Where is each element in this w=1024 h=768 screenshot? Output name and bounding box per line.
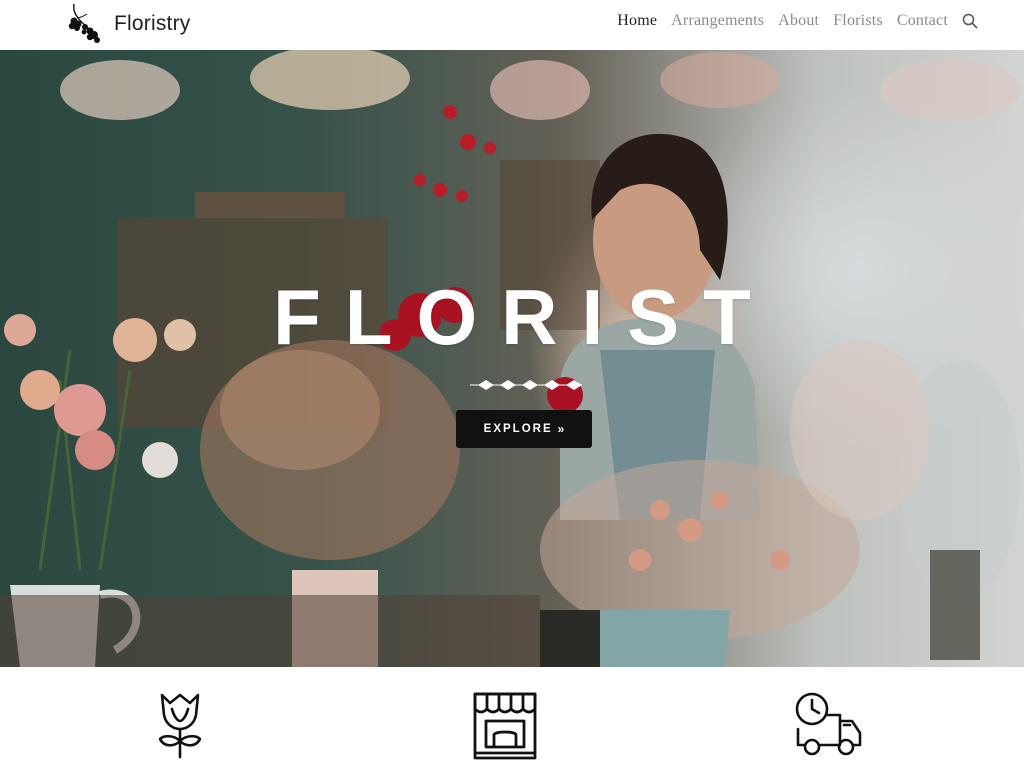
double-chevron-right-icon: » — [557, 422, 565, 436]
hero-title: FLORIST — [273, 273, 775, 361]
search-icon[interactable] — [962, 13, 978, 29]
main-nav: Home Arrangements About Florists Contact — [617, 12, 978, 30]
explore-button[interactable]: EXPLORE » — [456, 410, 592, 448]
nav-about[interactable]: About — [778, 12, 819, 30]
tulip-bouquet-icon — [158, 693, 202, 759]
nav-florists[interactable]: Florists — [833, 12, 883, 30]
brand-name: Floristry — [114, 12, 191, 35]
delivery-truck-clock-icon — [795, 692, 862, 756]
nav-home[interactable]: Home — [617, 12, 657, 30]
diamond-divider-icon — [470, 380, 582, 390]
brand[interactable]: Floristry — [64, 2, 190, 46]
storefront-icon — [473, 692, 537, 760]
features-row — [0, 667, 1024, 768]
orchid-branch-icon — [68, 3, 100, 43]
site-header: Floristry Home Arrangements About Floris… — [0, 0, 1024, 50]
hero-banner: FLORIST EXPLORE » — [0, 50, 1024, 667]
explore-button-label: EXPLORE — [483, 423, 553, 435]
nav-contact[interactable]: Contact — [897, 12, 948, 30]
nav-arrangements[interactable]: Arrangements — [671, 12, 764, 30]
